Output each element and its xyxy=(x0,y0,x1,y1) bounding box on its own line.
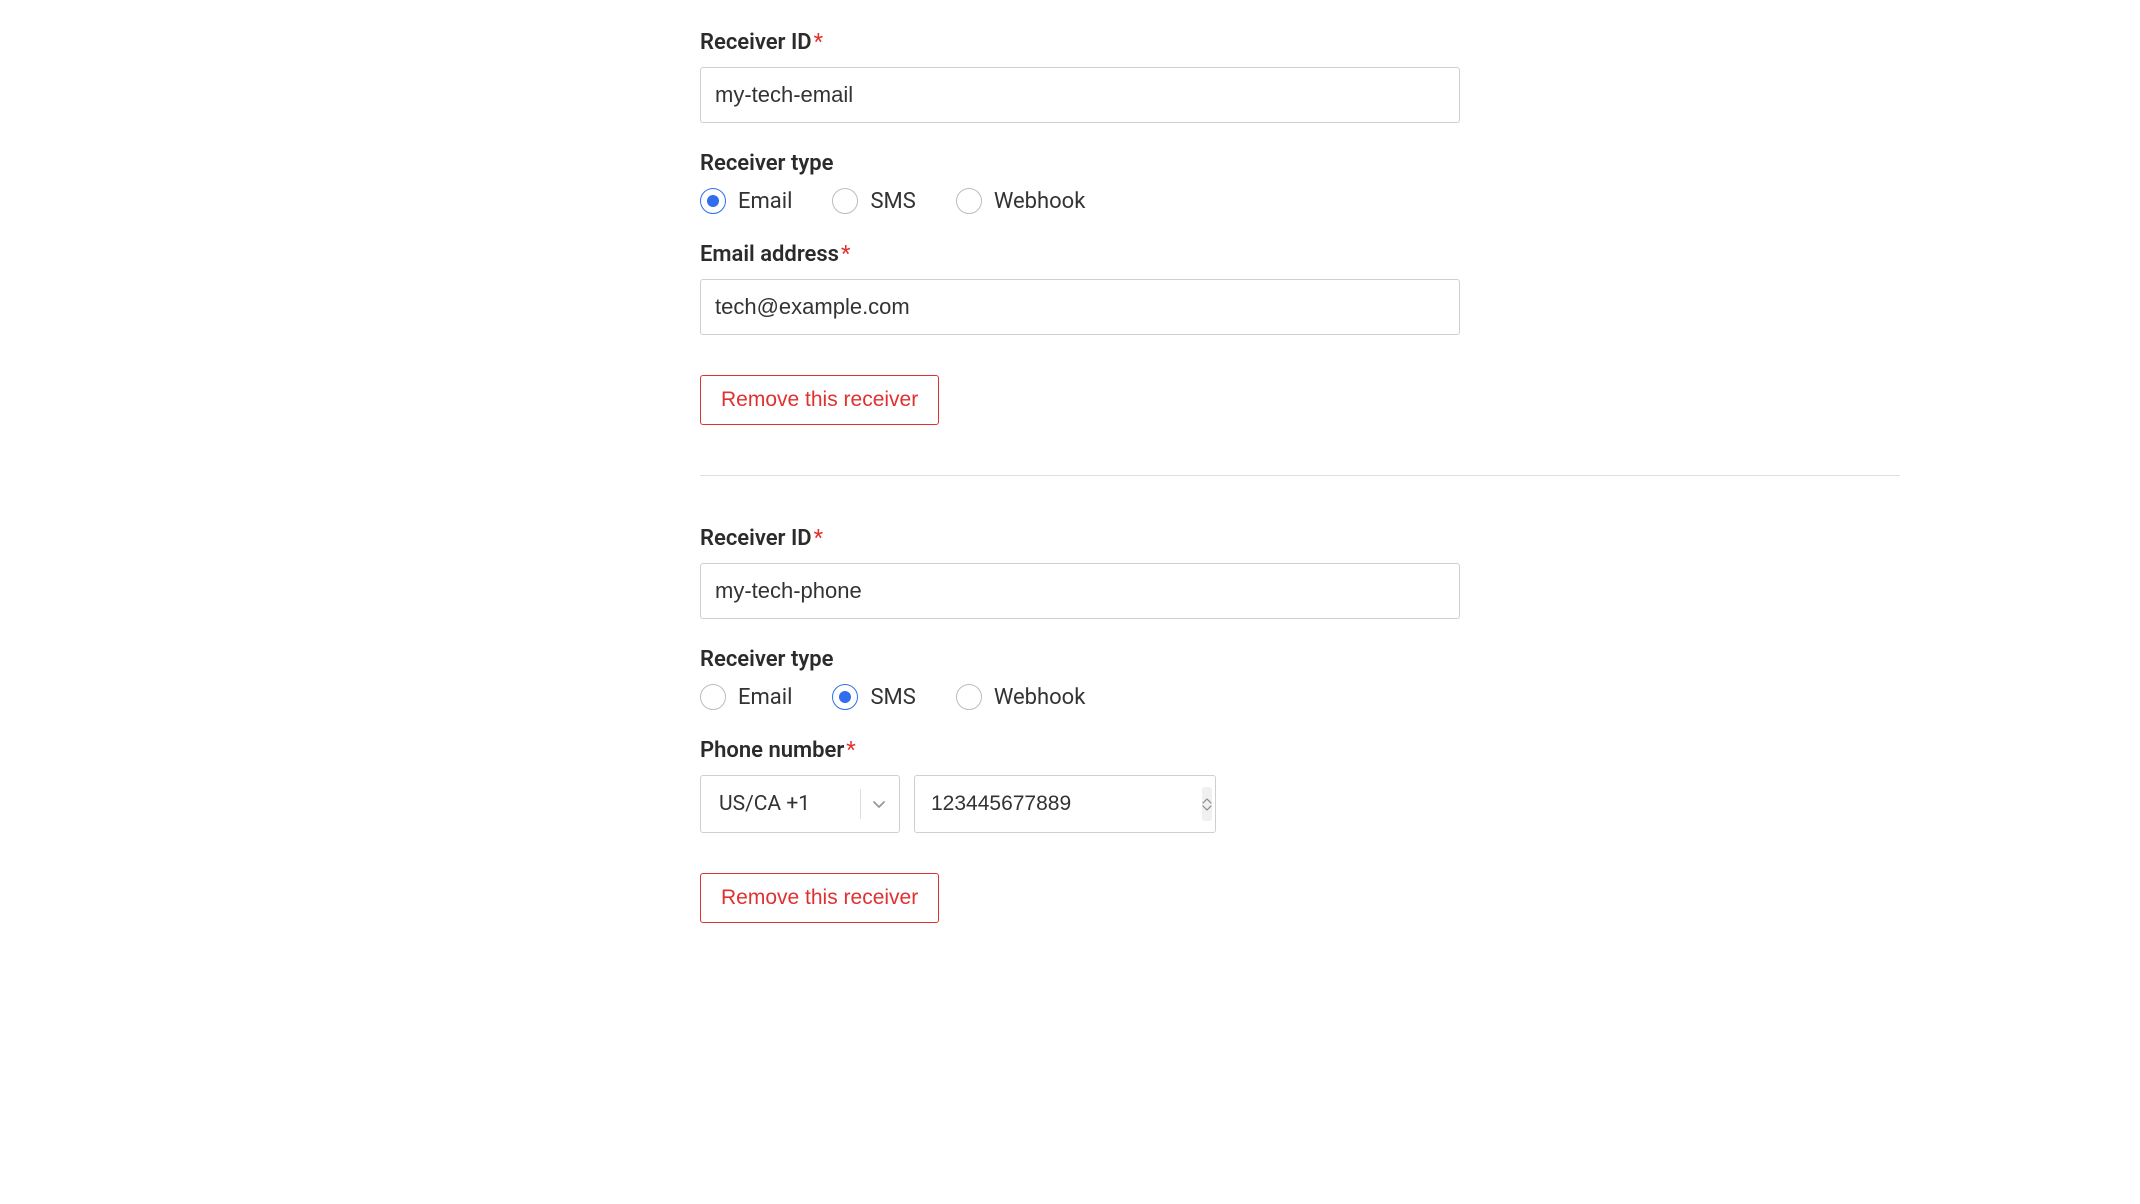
radio-circle-icon xyxy=(700,188,726,214)
radio-email-label: Email xyxy=(738,189,792,214)
radio-sms[interactable]: SMS xyxy=(832,684,915,710)
remove-receiver-button[interactable]: Remove this receiver xyxy=(700,375,939,425)
remove-receiver-button[interactable]: Remove this receiver xyxy=(700,873,939,923)
receiver-type-radio-group: Email SMS Webhook xyxy=(700,684,1900,710)
country-code-value: US/CA +1 xyxy=(719,792,856,816)
phone-number-input[interactable] xyxy=(931,776,1202,832)
radio-circle-icon xyxy=(956,684,982,710)
radio-circle-icon xyxy=(832,684,858,710)
country-code-select[interactable]: US/CA +1 xyxy=(700,775,900,833)
receiver-block: Receiver ID* Receiver type Email SMS Web… xyxy=(700,526,1900,973)
receiver-id-input[interactable] xyxy=(700,67,1460,123)
number-stepper[interactable] xyxy=(1202,787,1212,821)
radio-circle-icon xyxy=(956,188,982,214)
radio-webhook-label: Webhook xyxy=(994,685,1086,710)
radio-sms-label: SMS xyxy=(870,685,915,710)
email-address-label: Email address* xyxy=(700,242,1900,267)
radio-email[interactable]: Email xyxy=(700,684,792,710)
radio-sms[interactable]: SMS xyxy=(832,188,915,214)
stepper-up-icon xyxy=(1202,798,1212,804)
required-indicator: * xyxy=(814,526,823,551)
receiver-id-field: Receiver ID* xyxy=(700,526,1900,619)
radio-circle-icon xyxy=(832,188,858,214)
select-separator xyxy=(860,789,861,819)
phone-number-input-wrap xyxy=(914,775,1216,833)
radio-email-label: Email xyxy=(738,685,792,710)
receiver-type-label: Receiver type xyxy=(700,647,1900,672)
required-indicator: * xyxy=(814,30,823,55)
receiver-type-field: Receiver type Email SMS Webhook xyxy=(700,647,1900,710)
email-address-field: Email address* xyxy=(700,242,1900,335)
radio-webhook[interactable]: Webhook xyxy=(956,684,1086,710)
radio-webhook[interactable]: Webhook xyxy=(956,188,1086,214)
divider xyxy=(700,475,1900,476)
receiver-id-label: Receiver ID* xyxy=(700,526,1900,551)
receiver-type-field: Receiver type Email SMS Webhook xyxy=(700,151,1900,214)
stepper-down-icon xyxy=(1202,805,1212,811)
receiver-type-label: Receiver type xyxy=(700,151,1900,176)
receiver-id-label: Receiver ID* xyxy=(700,30,1900,55)
radio-email[interactable]: Email xyxy=(700,188,792,214)
required-indicator: * xyxy=(846,738,855,763)
radio-webhook-label: Webhook xyxy=(994,189,1086,214)
receiver-id-field: Receiver ID* xyxy=(700,30,1900,123)
required-indicator: * xyxy=(841,242,850,267)
radio-sms-label: SMS xyxy=(870,189,915,214)
chevron-down-icon xyxy=(871,796,887,812)
radio-circle-icon xyxy=(700,684,726,710)
receiver-block: Receiver ID* Receiver type Email SMS Web… xyxy=(700,30,1900,475)
phone-number-field: Phone number* US/CA +1 xyxy=(700,738,1900,833)
email-address-input[interactable] xyxy=(700,279,1460,335)
phone-number-label: Phone number* xyxy=(700,738,1900,763)
receiver-type-radio-group: Email SMS Webhook xyxy=(700,188,1900,214)
receiver-id-input[interactable] xyxy=(700,563,1460,619)
